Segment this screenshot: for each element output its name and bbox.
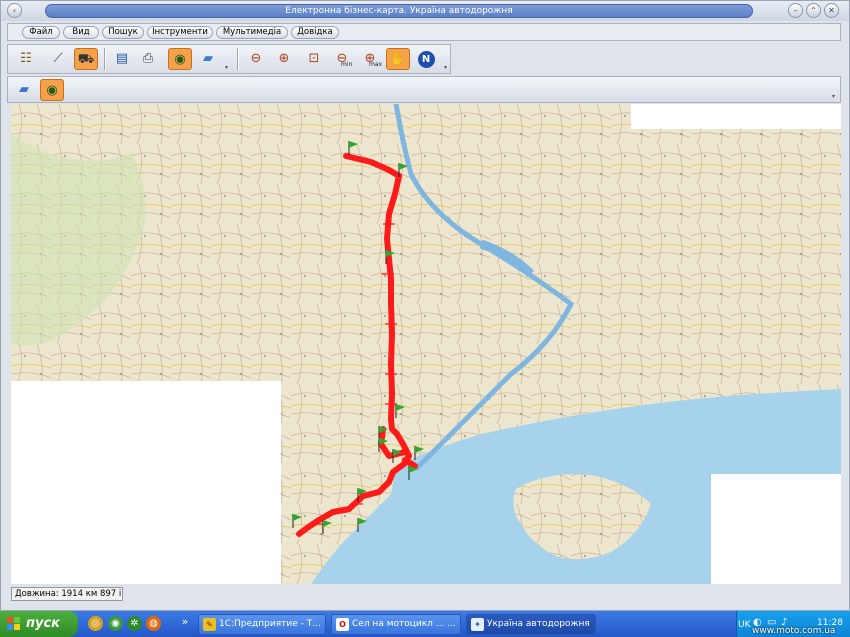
menu-help[interactable]: Довідка <box>291 26 339 39</box>
watermark-text: www.moto.com.ua <box>752 626 836 636</box>
pan-hand-icon: ✋ <box>389 52 407 67</box>
route-tool-button[interactable]: ⛟ <box>74 48 98 70</box>
view-tool-button[interactable]: ◉ <box>168 48 192 70</box>
menu-bar: Файл Вид Пошук Інструменти Мультимедіа Д… <box>7 23 841 41</box>
measure-tool-icon: ⟋ <box>53 51 63 66</box>
zoom-max-button[interactable]: ⊕ max <box>358 48 383 70</box>
status-bar: Довжина: 1914 км 897 і <box>7 586 841 602</box>
view-button[interactable]: ◉ <box>40 79 64 101</box>
app-window: ‹ Електронна бізнес-карта. Україна автод… <box>0 0 850 611</box>
1c-app-icon: ✎ <box>203 618 216 631</box>
eraser-button[interactable]: ▰ <box>12 79 36 101</box>
map-app-icon: ✦ <box>471 618 484 631</box>
toolbar-overflow-icon[interactable]: ▾ <box>832 94 838 100</box>
toolbar-overflow-icon[interactable]: ▾ <box>444 65 450 71</box>
close-button[interactable]: ✕ <box>824 3 839 18</box>
window-title: Електронна бізнес-карта. Україна автодор… <box>45 4 753 18</box>
zoom-max-label: max <box>369 61 383 68</box>
start-button[interactable]: пуск <box>0 611 78 637</box>
start-label: пуск <box>26 616 60 631</box>
north-compass-button[interactable]: N <box>414 48 438 70</box>
menu-file[interactable]: Файл <box>22 26 60 39</box>
pan-hand-button[interactable]: ✋ <box>386 48 410 70</box>
quicklaunch-gear-icon[interactable]: ✲ <box>127 616 142 631</box>
windows-logo-icon <box>7 617 20 630</box>
map-view[interactable] <box>11 104 841 584</box>
no-data-area <box>11 381 278 584</box>
table-tool-button[interactable]: ▤ <box>110 48 134 70</box>
zoom-in-button[interactable]: ⊕ <box>272 48 296 70</box>
layers-tool-button[interactable]: ☷ <box>14 48 38 70</box>
print-tool-button[interactable]: ⎙ <box>136 48 160 70</box>
taskbar-task-map[interactable]: ✦ Україна автодорожня <box>466 614 596 635</box>
toolbar-separator <box>237 48 239 70</box>
layers-tool-icon: ☷ <box>20 51 32 66</box>
menu-search[interactable]: Пошук <box>102 26 144 39</box>
main-toolbar: ☷ ⟋ ⛟ ▤ ⎙ ◉ ▰ ▾ ⊖ ⊕ ⊡ ⊖ min ⊕ max ✋ N ▾ <box>7 44 451 74</box>
map-canvas[interactable] <box>11 104 841 584</box>
eraser-icon: ▰ <box>19 82 29 97</box>
zoom-in-icon: ⊕ <box>278 51 290 66</box>
no-data-area <box>711 474 841 584</box>
quicklaunch-more-icon[interactable]: » <box>180 614 190 629</box>
measure-tool-button[interactable]: ⟋ <box>46 48 70 70</box>
toolbar-separator <box>104 48 106 70</box>
language-indicator[interactable]: UK <box>738 620 751 630</box>
title-bar: ‹ Електронна бізнес-карта. Україна автод… <box>1 1 849 21</box>
table-tool-icon: ▤ <box>115 51 129 66</box>
print-tool-icon: ⎙ <box>142 51 154 66</box>
eye-icon: ◉ <box>46 83 58 98</box>
zoom-rect-icon: ⊡ <box>308 51 320 66</box>
secondary-toolbar: ▰ ◉ ▾ <box>7 76 841 103</box>
task-label: Україна автодорожня <box>487 619 590 629</box>
quicklaunch-browser-icon[interactable]: ◉ <box>108 616 123 631</box>
view-tool-icon: ◉ <box>174 52 186 67</box>
north-compass-icon: N <box>417 51 435 68</box>
eraser-tool-icon: ▰ <box>203 51 213 66</box>
maximize-button[interactable]: ⌃ <box>806 3 821 18</box>
task-label: 1С:Предприятие - Т... <box>219 619 321 629</box>
system-menu-button[interactable]: ‹ <box>7 3 22 18</box>
opera-browser-icon: O <box>336 618 349 631</box>
eraser-tool-button[interactable]: ▰ <box>196 48 220 70</box>
zoom-min-label: min <box>341 61 353 68</box>
menu-view[interactable]: Вид <box>63 26 99 39</box>
menu-multimedia[interactable]: Мультимедіа <box>216 26 288 39</box>
quicklaunch-app-icon[interactable]: ◎ <box>88 616 103 631</box>
zoom-rect-button[interactable]: ⊡ <box>302 48 326 70</box>
zoom-min-button[interactable]: ⊖ min <box>330 48 354 70</box>
quicklaunch-firefox-icon[interactable]: ◍ <box>146 616 161 631</box>
route-tool-icon: ⛟ <box>77 52 95 67</box>
windows-taskbar: пуск ◎ ◉ ✲ ◍ » ✎ 1С:Предприятие - Т... O… <box>0 611 850 637</box>
route-length-status: Довжина: 1914 км 897 і <box>11 587 123 601</box>
toolbar-overflow-icon[interactable]: ▾ <box>225 65 231 71</box>
zoom-out-button[interactable]: ⊖ <box>244 48 268 70</box>
taskbar-task-opera[interactable]: O Сел на мотоцикл ... ... <box>331 614 461 635</box>
minimize-button[interactable]: – <box>788 3 803 18</box>
taskbar-task-1c[interactable]: ✎ 1С:Предприятие - Т... <box>198 614 326 635</box>
zoom-out-icon: ⊖ <box>250 51 262 66</box>
menu-tools[interactable]: Інструменти <box>147 26 213 39</box>
task-label: Сел на мотоцикл ... ... <box>352 619 456 629</box>
